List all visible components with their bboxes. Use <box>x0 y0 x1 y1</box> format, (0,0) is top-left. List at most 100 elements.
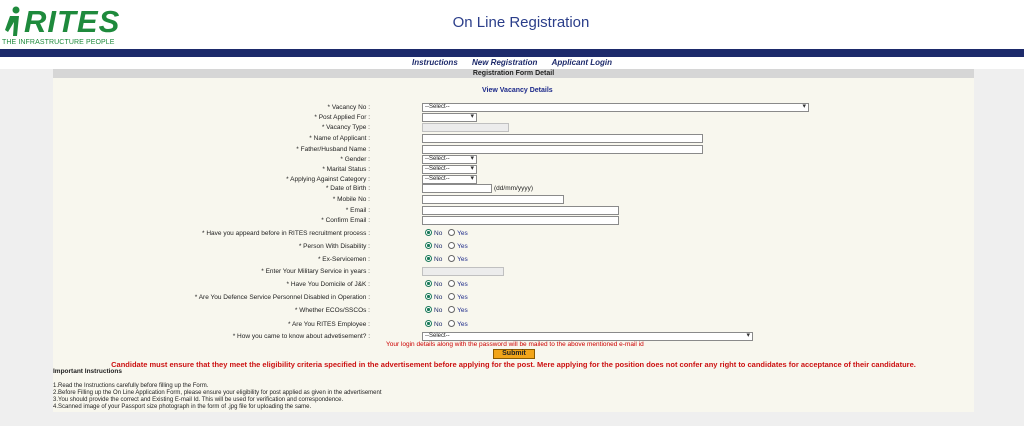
top-nav: Instructions New Registration Applicant … <box>0 57 1024 69</box>
header-band <box>0 49 1024 57</box>
post-applied-select[interactable] <box>422 113 477 122</box>
gender-label: * Gender : <box>340 156 370 163</box>
row-mobile: * Mobile No : <box>53 195 974 205</box>
row-marital-status: * Marital Status : --Select-- <box>53 165 974 175</box>
father-name-input[interactable] <box>422 145 703 154</box>
post-applied-label: * Post Applied For : <box>314 114 370 121</box>
radio-no-label: No <box>434 294 443 301</box>
ex-servicemen-yes-radio[interactable] <box>448 255 456 262</box>
nav-applicant-login-link[interactable]: Applicant Login <box>552 57 612 69</box>
radio-no-label: No <box>434 243 443 250</box>
confirm-email-input[interactable] <box>422 216 619 225</box>
disability-radios: No Yes <box>425 242 472 252</box>
submit-button[interactable]: Submit <box>493 349 535 359</box>
domicile-jk-no-radio[interactable] <box>425 280 432 287</box>
row-disability: * Person With Disability : No Yes <box>53 242 974 252</box>
row-ecos-sscos: * Whether ECOs/SSCOs : No Yes <box>53 306 974 316</box>
marital-status-label: * Marital Status : <box>322 166 370 173</box>
row-appeared-before: * Have you appeard before in RITES recru… <box>53 229 974 239</box>
appeared-before-yes-radio[interactable] <box>448 229 456 236</box>
ex-servicemen-radios: No Yes <box>425 255 472 265</box>
defence-disabled-no-radio[interactable] <box>425 293 432 300</box>
vacancy-no-select[interactable]: --Select-- <box>422 103 809 112</box>
father-name-label: * Father/Husband Name : <box>296 146 370 153</box>
radio-yes-label: Yes <box>457 307 468 314</box>
appeared-before-label: * Have you appeard before in RITES recru… <box>202 230 370 237</box>
how-known-label: * How you came to know about advetisemen… <box>232 333 370 340</box>
row-military-years: * Enter Your Military Service in years : <box>53 267 974 277</box>
row-father-name: * Father/Husband Name : <box>53 145 974 155</box>
form-header: Registration Form Detail <box>53 69 974 78</box>
rites-employee-no-radio[interactable] <box>425 320 432 327</box>
radio-yes-label: Yes <box>457 230 468 237</box>
radio-no-label: No <box>434 256 443 263</box>
page-title: On Line Registration <box>452 14 590 31</box>
rites-employee-label: * Are You RITES Employee : <box>287 321 370 328</box>
radio-yes-label: Yes <box>457 243 468 250</box>
disability-no-radio[interactable] <box>425 242 432 249</box>
nav-instructions-link[interactable]: Instructions <box>412 57 458 69</box>
radio-yes-label: Yes <box>457 256 468 263</box>
email-input[interactable] <box>422 206 619 215</box>
row-vacancy-no: * Vacancy No : --Select-- <box>53 103 974 113</box>
row-defence-disabled: * Are You Defence Service Personnel Disa… <box>53 293 974 303</box>
ecos-sscos-label: * Whether ECOs/SSCOs : <box>294 307 370 314</box>
radio-yes-label: Yes <box>457 321 468 328</box>
instruction-item: 4.Scanned image of your Passport size ph… <box>53 404 312 410</box>
nav-new-registration-link[interactable]: New Registration <box>472 57 537 69</box>
marital-status-select[interactable]: --Select-- <box>422 165 477 174</box>
instructions-title: Important Instructions <box>53 368 122 375</box>
radio-yes-label: Yes <box>457 294 468 301</box>
vacancy-no-label: * Vacancy No : <box>327 104 370 111</box>
domicile-jk-label: * Have You Domicile of J&K : <box>286 281 370 288</box>
instruction-item: 1.Read the Instructions carefully before… <box>53 383 209 389</box>
dob-hint: (dd/mm/yyyy) <box>494 185 533 192</box>
disability-yes-radio[interactable] <box>448 242 456 249</box>
how-known-select[interactable]: --Select-- <box>422 332 753 341</box>
defence-disabled-yes-radio[interactable] <box>448 293 456 300</box>
ex-servicemen-no-radio[interactable] <box>425 255 432 262</box>
logo-tagline: THE INFRASTRUCTURE PEOPLE <box>2 39 115 46</box>
radio-no-label: No <box>434 321 443 328</box>
row-ex-servicemen: * Ex-Servicemen : No Yes <box>53 255 974 265</box>
dob-input[interactable] <box>422 184 492 193</box>
rites-employee-radios: No Yes <box>425 320 472 330</box>
view-vacancy-link[interactable]: View Vacancy Details <box>482 87 553 94</box>
vacancy-type-label: * Vacancy Type : <box>321 124 370 131</box>
domicile-jk-yes-radio[interactable] <box>448 280 456 287</box>
military-years-input <box>422 267 504 276</box>
military-years-label: * Enter Your Military Service in years : <box>261 268 370 275</box>
appeared-before-radios: No Yes <box>425 229 472 239</box>
gender-select[interactable]: --Select-- <box>422 155 477 164</box>
row-dob: * Date of Birth : (dd/mm/yyyy) <box>53 184 974 194</box>
row-vacancy-type: * Vacancy Type : <box>53 123 974 133</box>
mobile-label: * Mobile No : <box>332 196 370 203</box>
ecos-sscos-no-radio[interactable] <box>425 306 432 313</box>
rites-employee-yes-radio[interactable] <box>448 320 456 327</box>
mobile-input[interactable] <box>422 195 564 204</box>
domicile-jk-radios: No Yes <box>425 280 472 290</box>
vacancy-type-field <box>422 123 509 132</box>
radio-no-label: No <box>434 281 443 288</box>
row-domicile-jk: * Have You Domicile of J&K : No Yes <box>53 280 974 290</box>
appeared-before-no-radio[interactable] <box>425 229 432 236</box>
ecos-sscos-yes-radio[interactable] <box>448 306 456 313</box>
email-label: * Email : <box>345 207 370 214</box>
login-details-note: Your login details along with the passwo… <box>386 341 644 348</box>
radio-yes-label: Yes <box>457 281 468 288</box>
row-rites-employee: * Are You RITES Employee : No Yes <box>53 320 974 330</box>
instruction-item: 2.Before Filling up the On Line Applicat… <box>53 390 382 396</box>
defence-disabled-radios: No Yes <box>425 293 472 303</box>
name-input[interactable] <box>422 134 703 143</box>
row-gender: * Gender : --Select-- <box>53 155 974 165</box>
row-post-applied: * Post Applied For : <box>53 113 974 123</box>
dob-label: * Date of Birth : <box>325 185 370 192</box>
name-label: * Name of Applicant : <box>309 135 370 142</box>
row-name: * Name of Applicant : <box>53 134 974 144</box>
category-select[interactable]: --Select-- <box>422 175 477 184</box>
header: RITES THE INFRASTRUCTURE PEOPLE On Line … <box>0 0 1024 49</box>
row-confirm-email: * Confirm Email : <box>53 216 974 226</box>
eligibility-warning: Candidate must ensure that they meet the… <box>111 360 916 369</box>
row-email: * Email : <box>53 206 974 216</box>
defence-disabled-label: * Are You Defence Service Personnel Disa… <box>194 294 370 301</box>
